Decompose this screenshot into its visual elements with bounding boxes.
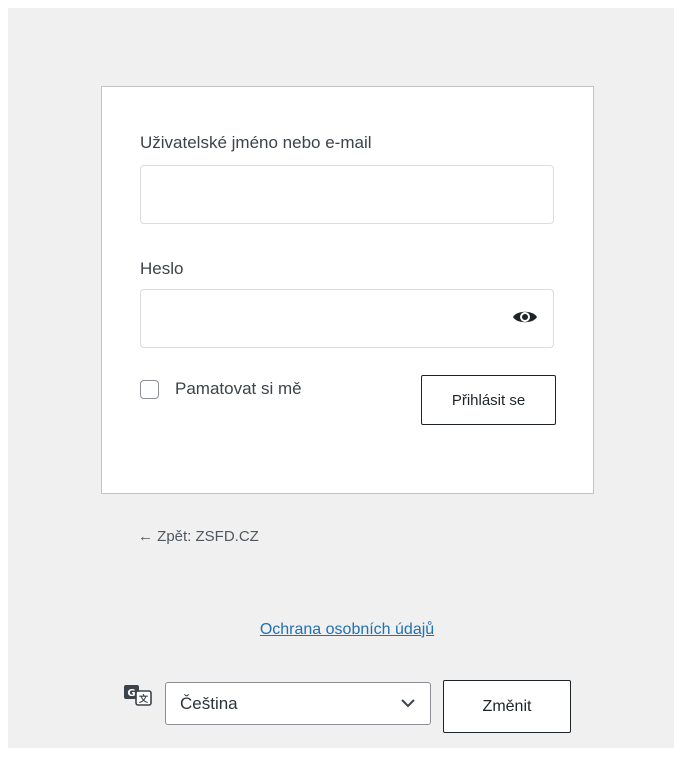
translate-icon-graphic: G 文 bbox=[124, 685, 152, 706]
back-to-site-link[interactable]: ← Zpět: ZSFD.CZ bbox=[138, 528, 259, 545]
username-label: Uživatelské jméno nebo e-mail bbox=[140, 133, 372, 152]
password-label: Heslo bbox=[140, 259, 184, 278]
language-select[interactable]: Čeština bbox=[165, 682, 431, 725]
password-input[interactable] bbox=[140, 289, 554, 348]
translate-icon: G 文 bbox=[124, 684, 152, 706]
username-input[interactable] bbox=[140, 165, 554, 224]
change-language-button[interactable]: Změnit bbox=[443, 680, 571, 733]
eye-icon[interactable] bbox=[511, 306, 539, 328]
svg-text:文: 文 bbox=[138, 693, 149, 705]
language-selected-value: Čeština bbox=[180, 693, 238, 713]
login-form: Uživatelské jméno nebo e-mail Heslo Pama… bbox=[101, 86, 594, 494]
remember-me-checkbox[interactable] bbox=[140, 380, 159, 399]
chevron-down-icon bbox=[401, 699, 415, 708]
svg-text:G: G bbox=[127, 688, 135, 699]
remember-me-label[interactable]: Pamatovat si mě bbox=[175, 379, 302, 399]
eye-icon-graphic bbox=[513, 311, 537, 323]
privacy-policy-link[interactable]: Ochrana osobních údajů bbox=[0, 621, 674, 639]
login-button[interactable]: Přihlásit se bbox=[421, 375, 556, 425]
